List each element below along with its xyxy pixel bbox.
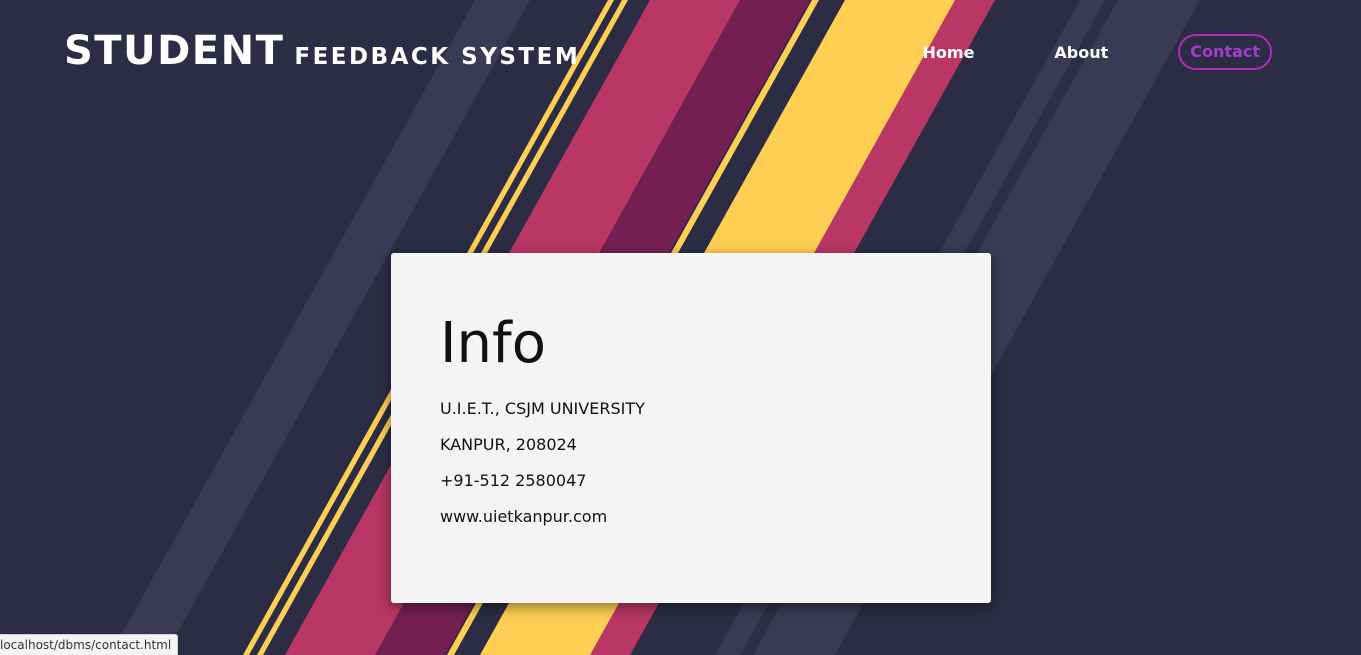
browser-status-bar: localhost/dbms/contact.html xyxy=(0,634,179,655)
site-logo[interactable]: STUDENT FEEDBACK SYSTEM xyxy=(64,28,580,74)
brand-title: STUDENT xyxy=(64,28,285,74)
nav-contact-link[interactable]: Contact xyxy=(1178,34,1272,70)
nav-about-link[interactable]: About xyxy=(1054,43,1108,62)
info-website-line: www.uietkanpur.com xyxy=(440,507,608,526)
info-title: Info xyxy=(440,311,546,376)
info-phone-line: +91-512 2580047 xyxy=(440,471,587,490)
site-header: STUDENT FEEDBACK SYSTEM Home About Contac… xyxy=(0,0,1361,105)
main-nav: Home About Contact xyxy=(923,34,1272,70)
info-card: Info U.I.E.T., CSJM UNIVERSITY KANPUR, 2… xyxy=(391,253,991,603)
nav-home-link[interactable]: Home xyxy=(923,43,975,62)
info-address-line: U.I.E.T., CSJM UNIVERSITY xyxy=(440,399,645,418)
info-list: U.I.E.T., CSJM UNIVERSITY KANPUR, 208024… xyxy=(440,396,645,540)
info-city-line: KANPUR, 208024 xyxy=(440,435,577,454)
brand-subtitle: FEEDBACK SYSTEM xyxy=(294,44,581,70)
